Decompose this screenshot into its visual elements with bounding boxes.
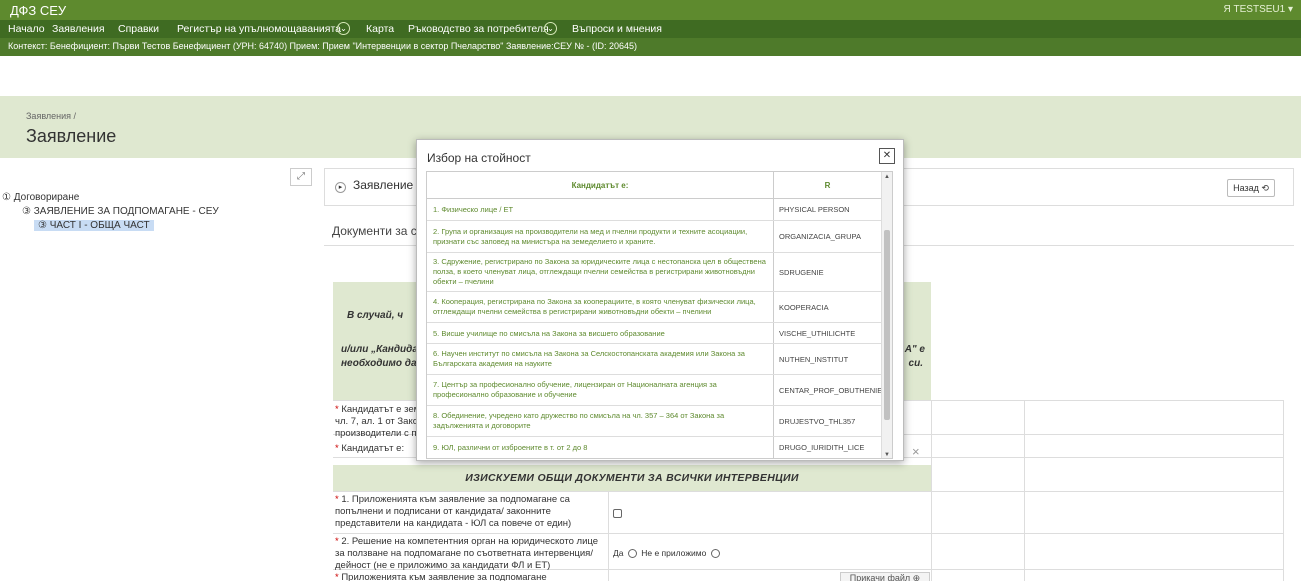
tree-node-application[interactable]: ③ ЗАЯВЛЕНИЕ ЗА ПОДПОМАГАНЕ - СЕУ — [22, 206, 219, 217]
back-button[interactable]: Назад ⟲ — [1227, 179, 1275, 197]
close-icon[interactable]: ✕ — [879, 148, 895, 164]
row-code: VISCHE_UTHILICHTE — [779, 329, 856, 338]
row-description: 9. ЮЛ, различни от изброените в т. от 2 … — [433, 443, 588, 452]
question-2: * 2. Решение на компетентния орган на юр… — [335, 536, 598, 571]
attach-file-button[interactable]: Прикачи файл ⊕ — [840, 572, 930, 581]
divider — [1024, 400, 1025, 581]
documents-heading: Документи за схе — [332, 224, 430, 238]
divider — [608, 491, 609, 581]
main-nav: Начало Заявления Справки Регистър на упъ… — [0, 20, 1301, 38]
divider — [1283, 400, 1284, 581]
row-code: NUTHEN_INSTITUT — [779, 355, 849, 364]
expand-icon[interactable]: ⤢ — [290, 168, 312, 186]
divider — [931, 400, 932, 581]
chevron-down-icon[interactable]: ⌄ — [337, 22, 350, 35]
candidate-label: * Кандидатът е: — [335, 443, 405, 454]
divider — [333, 491, 1283, 492]
panel-title: Заявление — [353, 178, 414, 192]
row-description: 7. Център за професионално обучение, лиц… — [433, 380, 717, 399]
chevron-right-icon[interactable]: ▸ — [335, 182, 346, 193]
option-na-radio[interactable] — [710, 549, 720, 559]
row-code: ORGANIZACIA_GRUPA — [779, 232, 861, 241]
question-1: * 1. Приложенията към заявление за подпо… — [335, 494, 572, 529]
row-code: KOOPERACIA — [779, 303, 829, 312]
dialog-title: Избор на стойност — [427, 151, 531, 165]
divider — [333, 533, 1283, 534]
scrollbar-thumb[interactable] — [884, 230, 890, 420]
row-description: 4. Кооперация, регистрирана по Закона за… — [433, 297, 756, 316]
value-picker-dialog: Избор на стойност ✕ Кандидатът е: R 1. Ф… — [416, 139, 904, 461]
question-1-checkbox[interactable] — [613, 509, 622, 518]
dialog-scrollbar[interactable]: ▲ ▼ — [881, 172, 892, 458]
notice-text: В случай, ч — [347, 310, 404, 321]
row-description: 8. Обединение, учредено като дружество п… — [433, 411, 725, 430]
notice-text: необходимо да — [341, 358, 417, 369]
notice-text: А" е — [904, 344, 925, 355]
column-header-description: Кандидатът е: — [571, 181, 629, 190]
row-code: SDRUGENIE — [779, 268, 824, 277]
row-code: PHYSICAL PERSON — [779, 205, 850, 214]
table-row[interactable]: 5. Висше училище по смисъла на Закона за… — [427, 323, 882, 344]
tree-node-contracting[interactable]: ① Договориране — [2, 192, 79, 203]
option-yes-label: Да — [613, 548, 624, 558]
row-description: 2. Група и организация на производители … — [433, 227, 748, 246]
tree-node-part-one[interactable]: ③ ЧАСТ I - ОБЩА ЧАСТ — [34, 220, 154, 231]
app-header: ДФЗ СЕУ Я TESTSEU1 ▾ — [0, 0, 1301, 20]
question-3: * Приложенията към заявление за подпомаг… — [335, 572, 547, 581]
row-code: CENTAR_PROF_OBUTHENIE — [779, 386, 883, 395]
nav-authorizations[interactable]: Регистър на упълномощаванията — [177, 23, 341, 35]
notice-text: си. — [908, 358, 923, 369]
context-text: Контекст: Бенефициент: Първи Тестов Бене… — [8, 41, 638, 51]
row-description: 1. Физическо лице / ЕТ — [433, 205, 514, 214]
row-description: 5. Висше училище по смисъла на Закона за… — [433, 329, 665, 338]
table-row[interactable]: 7. Център за професионално обучение, лиц… — [427, 375, 882, 406]
table-row[interactable]: 3. Сдружение, регистрирано по Закона за … — [427, 253, 882, 292]
option-na-label: Не е приложимо — [641, 548, 707, 558]
section-heading: ИЗИСКУЕМИ ОБЩИ ДОКУМЕНТИ ЗА ВСИЧКИ ИНТЕР… — [333, 465, 931, 491]
option-yes-radio[interactable] — [627, 549, 637, 559]
table-header: Кандидатът е: R — [427, 172, 882, 199]
table-row[interactable]: 4. Кооперация, регистрирана по Закона за… — [427, 292, 882, 323]
options-table: Кандидатът е: R 1. Физическо лице / ЕТ P… — [426, 171, 893, 459]
context-bar: Контекст: Бенефициент: Първи Тестов Бене… — [0, 38, 1301, 56]
app-title[interactable]: ДФЗ СЕУ — [10, 3, 66, 18]
farmer-question: * Кандидатът е зем чл. 7, ал. 1 от Зако … — [335, 404, 421, 439]
question-2-options: Да Не е приложимо — [613, 547, 722, 559]
column-header-code: R — [824, 181, 831, 190]
notice-text: и/или „Кандидат — [341, 344, 427, 355]
chevron-down-icon[interactable]: ⌄ — [544, 22, 557, 35]
table-row[interactable]: 2. Група и организация на производители … — [427, 221, 882, 253]
table-row[interactable]: 6. Научен институт по смисъла на Закона … — [427, 344, 882, 375]
page-title: Заявление — [26, 126, 117, 146]
row-description: 6. Научен институт по смисъла на Закона … — [433, 349, 745, 368]
row-code: DRUGO_IURIDITH_LICE — [779, 443, 865, 452]
user-menu[interactable]: Я TESTSEU1 ▾ — [1224, 4, 1293, 15]
table-row[interactable]: 1. Физическо лице / ЕТ PHYSICAL PERSON — [427, 199, 882, 221]
nav-applications[interactable]: Заявления — [52, 23, 105, 35]
nav-reports[interactable]: Справки — [118, 23, 159, 35]
nav-user-guide[interactable]: Ръководство за потребителя — [408, 23, 549, 35]
scroll-up-icon[interactable]: ▲ — [884, 174, 890, 180]
table-row[interactable]: 8. Обединение, учредено като дружество п… — [427, 406, 882, 437]
scroll-down-icon[interactable]: ▼ — [884, 452, 890, 458]
clear-icon[interactable]: × — [912, 444, 920, 459]
breadcrumb[interactable]: Заявления / — [26, 111, 76, 121]
nav-home[interactable]: Начало — [8, 23, 45, 35]
nav-questions[interactable]: Въпроси и мнения — [572, 23, 662, 35]
row-code: DRUJESTVO_THL357 — [779, 417, 856, 426]
table-row[interactable]: 9. ЮЛ, различни от изброените в т. от 2 … — [427, 437, 882, 458]
nav-map[interactable]: Карта — [366, 23, 394, 35]
row-description: 3. Сдружение, регистрирано по Закона за … — [433, 257, 766, 286]
